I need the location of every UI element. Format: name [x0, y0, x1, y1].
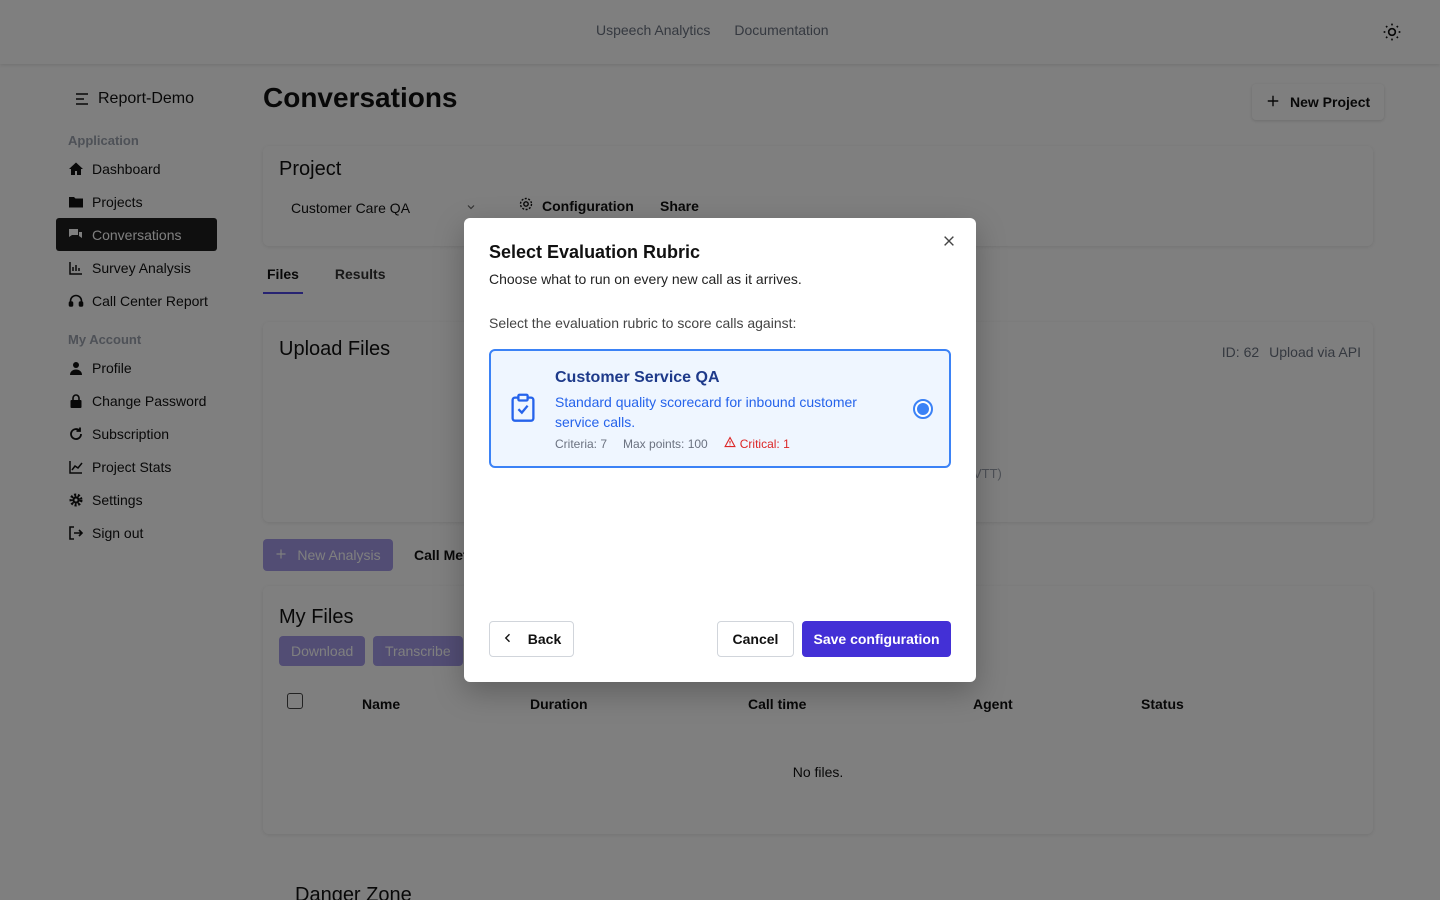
chevron-left-icon [502, 631, 514, 647]
cancel-button[interactable]: Cancel [717, 621, 794, 657]
rubric-option-customer-service-qa[interactable]: Customer Service QA Standard quality sco… [489, 349, 951, 468]
select-rubric-modal: Select Evaluation Rubric Choose what to … [464, 218, 976, 682]
back-label: Back [527, 631, 562, 647]
rubric-radio-selected[interactable] [913, 399, 933, 419]
rubric-name: Customer Service QA [555, 369, 720, 386]
rubric-meta: Criteria: 7 Max points: 100 Critical: 1 [555, 436, 790, 451]
rubric-max-points: Max points: 100 [623, 436, 708, 451]
clipboard-check-icon [509, 393, 539, 425]
rubric-criteria: Criteria: 7 [555, 436, 608, 451]
modal-subtitle: Choose what to run on every new call as … [489, 271, 802, 287]
rubric-description: Standard quality scorecard for inbound c… [555, 394, 857, 430]
rubric-critical: Critical: 1 [723, 436, 790, 451]
back-button[interactable]: Back [489, 621, 574, 657]
close-icon[interactable] [942, 234, 960, 252]
warning-icon [723, 436, 736, 451]
save-configuration-button[interactable]: Save configuration [802, 621, 951, 657]
modal-title: Select Evaluation Rubric [489, 242, 701, 262]
rubric-prompt: Select the evaluation rubric to score ca… [489, 315, 797, 331]
rubric-critical-label: Critical: 1 [739, 436, 790, 451]
